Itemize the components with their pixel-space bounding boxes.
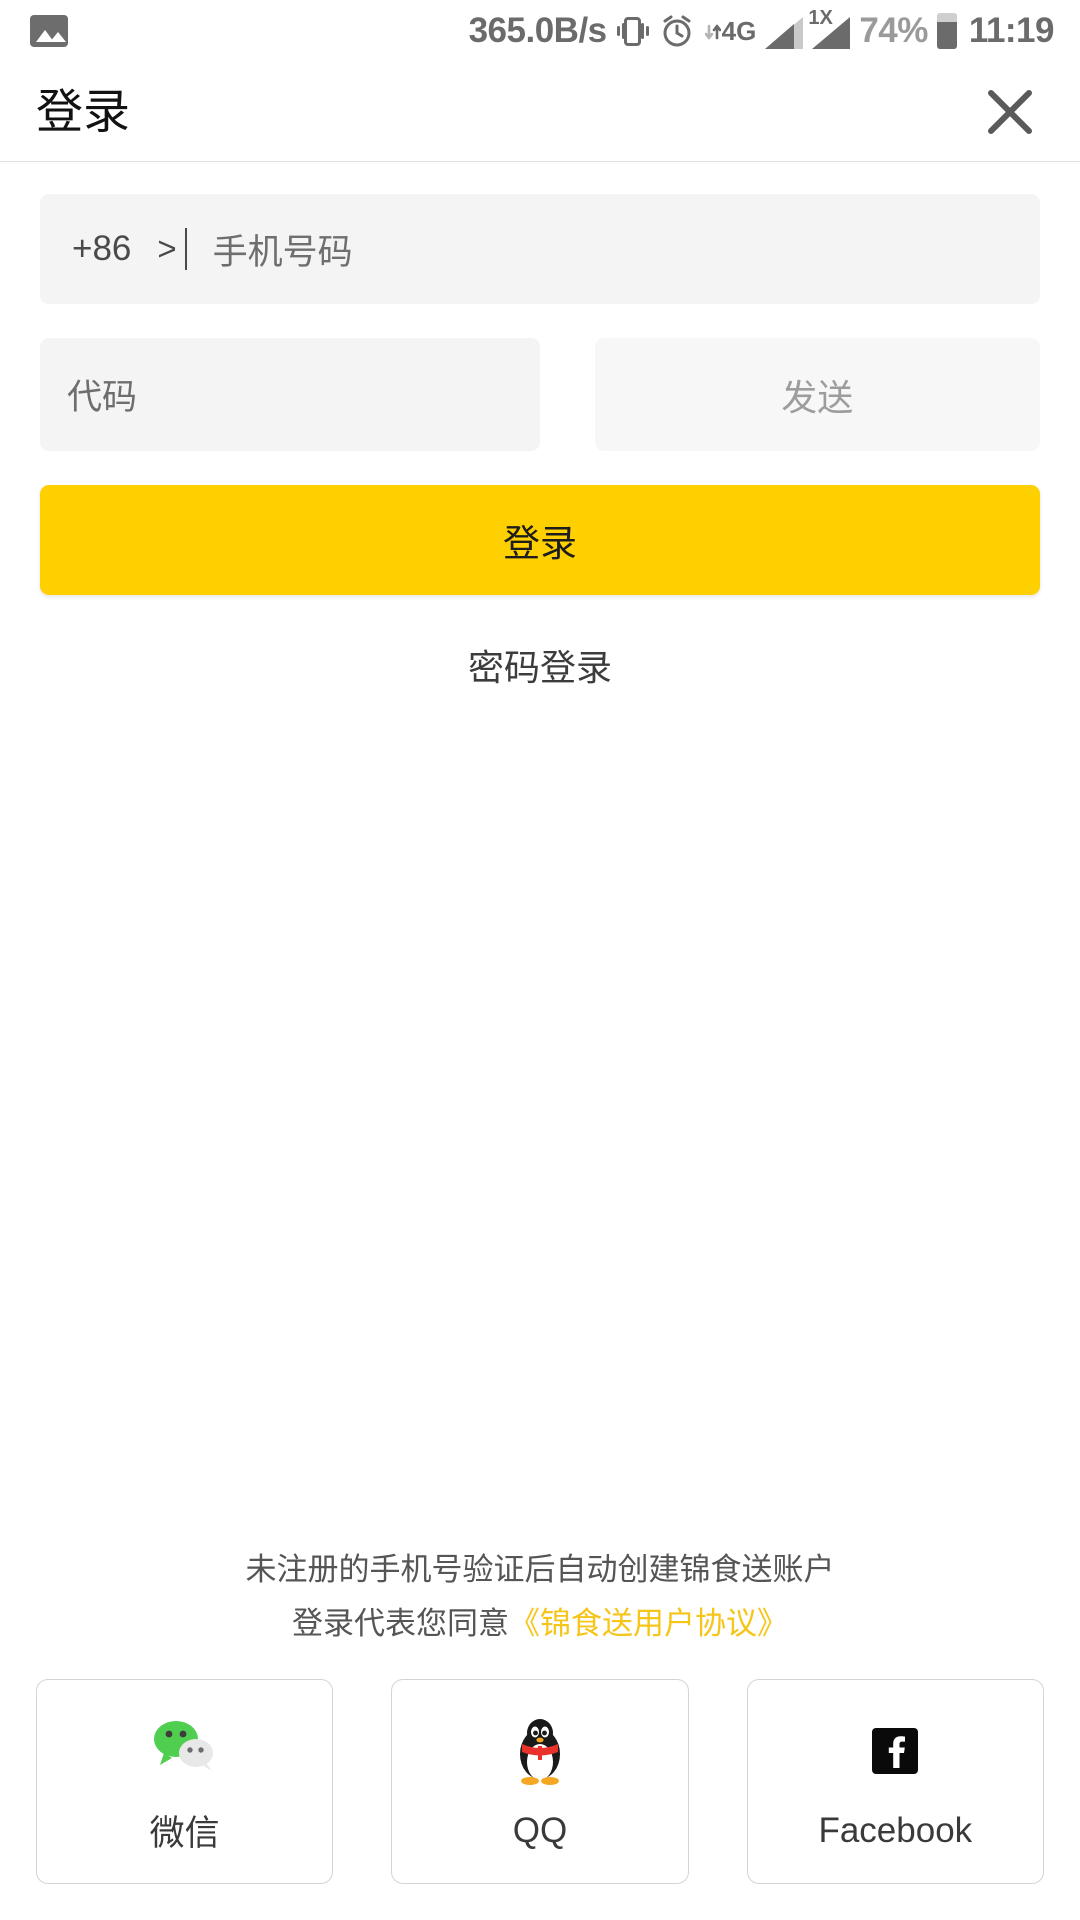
wechat-icon <box>150 1707 220 1783</box>
login-button-label: 登录 <box>503 523 577 564</box>
status-bar-left <box>30 15 68 47</box>
legal-agreement-prefix: 登录代表您同意 <box>292 1606 509 1641</box>
send-code-label: 发送 <box>781 376 854 418</box>
social-login-row: 微信 QQ Facebook <box>0 1651 1080 1920</box>
legal-line-2: 登录代表您同意《锦食送用户协议》 <box>40 1597 1040 1651</box>
close-icon[interactable] <box>974 76 1046 148</box>
qq-login-button[interactable]: QQ <box>391 1679 689 1884</box>
qq-icon <box>512 1713 568 1789</box>
password-login-link[interactable]: 密码登录 <box>40 639 1040 691</box>
wechat-login-button[interactable]: 微信 <box>36 1679 334 1884</box>
app-bar: 登录 <box>0 62 1080 162</box>
status-bar-right: 365.0B/s 4G 1X 74% 11:19 <box>468 8 1055 51</box>
legal-notice: 未注册的手机号验证后自动创建锦食送账户 登录代表您同意《锦食送用户协议》 <box>0 1543 1080 1651</box>
battery-icon <box>936 13 957 49</box>
code-input-placeholder: 代码 <box>67 378 138 417</box>
country-code-label[interactable]: +86 <box>72 229 131 269</box>
status-bar-clock: 11:19 <box>968 11 1055 50</box>
data-type-label: 4G <box>721 16 757 46</box>
login-form: +86 > 手机号码 代码 发送 登录 密码登录 <box>0 162 1080 691</box>
data-network-icon: 4G <box>704 11 757 51</box>
login-screen: 365.0B/s 4G 1X 74% 11:19 登录 +86 > 手机号码 代… <box>0 0 1080 1920</box>
network-speed-text: 365.0B/s <box>468 11 608 50</box>
phone-input-row[interactable]: +86 > 手机号码 <box>40 194 1040 304</box>
facebook-login-label: Facebook <box>818 1810 973 1850</box>
code-input[interactable]: 代码 <box>40 338 540 451</box>
signal-sim1-icon <box>765 13 804 49</box>
verification-code-row: 代码 发送 <box>40 338 1040 451</box>
phone-input[interactable]: 手机号码 <box>213 224 353 275</box>
user-agreement-link[interactable]: 《锦食送用户协议》 <box>509 1606 788 1641</box>
field-divider <box>184 228 187 270</box>
chevron-right-icon[interactable]: > <box>157 230 177 268</box>
data-arrows-icon <box>704 16 721 46</box>
facebook-icon <box>872 1713 919 1789</box>
signal-sim2-icon: 1X <box>808 8 851 49</box>
legal-line-1: 未注册的手机号验证后自动创建锦食送账户 <box>245 1552 835 1587</box>
login-button[interactable]: 登录 <box>40 485 1040 595</box>
qq-login-label: QQ <box>512 1810 568 1850</box>
facebook-login-button[interactable]: Facebook <box>746 1679 1044 1884</box>
page-title: 登录 <box>36 85 130 138</box>
wechat-login-label: 微信 <box>149 1814 220 1853</box>
alarm-icon <box>659 13 695 49</box>
gallery-icon <box>30 15 68 47</box>
vibrate-icon <box>616 13 650 49</box>
send-code-button[interactable]: 发送 <box>594 338 1040 451</box>
battery-percent-text: 74% <box>859 11 928 50</box>
status-bar: 365.0B/s 4G 1X 74% 11:19 <box>0 0 1080 62</box>
